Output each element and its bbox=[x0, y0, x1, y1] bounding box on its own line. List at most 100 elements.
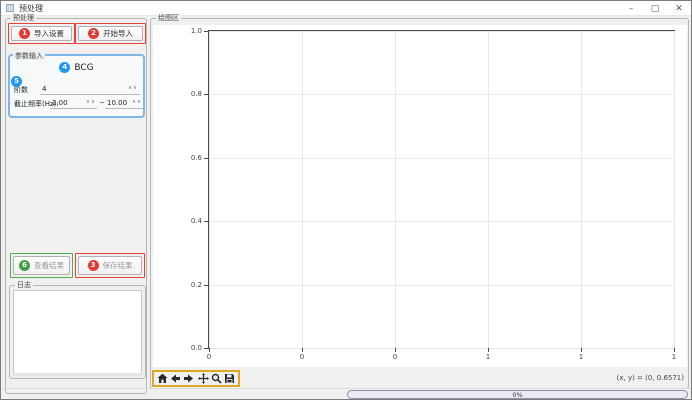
preprocess-group-label: 预处理 bbox=[11, 14, 36, 23]
title-bar: 预处理 – ▢ ✕ bbox=[1, 1, 691, 16]
y-tick-mark bbox=[204, 348, 208, 349]
x-tick-mark bbox=[395, 348, 396, 352]
y-tick-mark bbox=[204, 31, 208, 32]
x-tick-label: 0 bbox=[393, 353, 397, 361]
param-group-label: 参数输入 bbox=[13, 52, 45, 60]
log-textarea[interactable] bbox=[13, 290, 142, 375]
cutoff-low-spinbox[interactable]: 2.00 ∧∨ bbox=[50, 97, 97, 109]
x-tick-label: 1 bbox=[579, 353, 583, 361]
x-tick-mark bbox=[674, 348, 675, 352]
minimize-button[interactable]: – bbox=[619, 1, 643, 16]
y-tick-label: 0.0 bbox=[191, 344, 202, 352]
view-result-button[interactable]: 6 查看结果 bbox=[13, 256, 70, 275]
signal-type-row[interactable]: 4 BCG bbox=[10, 62, 143, 73]
badge-5: 5 bbox=[11, 76, 22, 87]
gridline-horizontal bbox=[209, 94, 674, 95]
gridline-vertical bbox=[302, 31, 303, 348]
gridline-vertical bbox=[581, 31, 582, 348]
cutoff-low-spinner-icons[interactable]: ∧∨ bbox=[86, 99, 96, 105]
gridline-vertical bbox=[209, 31, 210, 348]
badge-2: 2 bbox=[88, 28, 99, 39]
annotation-box-6: 6 查看结果 bbox=[10, 253, 73, 278]
save-icon[interactable] bbox=[224, 373, 235, 385]
progress-label: 0% bbox=[512, 391, 522, 399]
order-value: 4 bbox=[42, 85, 46, 93]
badge-4: 4 bbox=[59, 62, 70, 73]
annotation-box-2: 2 开始导入 bbox=[75, 23, 146, 44]
gridline-horizontal bbox=[209, 158, 674, 159]
y-tick-label: 1.0 bbox=[191, 27, 202, 35]
y-tick-label: 0.6 bbox=[191, 154, 202, 162]
app-icon bbox=[6, 4, 14, 12]
order-spinbox[interactable]: 4 ∧∨ bbox=[40, 83, 140, 95]
cutoff-high-spinner-icons[interactable]: ∧∨ bbox=[132, 99, 142, 105]
plot-canvas[interactable]: 1.0 0.8 0.6 0.4 0.2 0.0 0 0 0 1 1 1 bbox=[153, 25, 687, 367]
window-title: 预处理 bbox=[19, 3, 43, 14]
start-import-button[interactable]: 2 开始导入 bbox=[78, 26, 143, 41]
start-import-label: 开始导入 bbox=[103, 28, 133, 39]
cutoff-high-value: 10.00 bbox=[107, 99, 127, 107]
gridline-vertical bbox=[395, 31, 396, 348]
save-result-label: 保存结果 bbox=[103, 260, 133, 271]
badge-1: 1 bbox=[19, 28, 30, 39]
plot-group-label: 绘图区 bbox=[156, 14, 181, 23]
statusbar-divider bbox=[1, 388, 691, 389]
plot-nav-toolbar bbox=[152, 370, 240, 387]
gridline-horizontal bbox=[209, 31, 674, 32]
cursor-coords-readout: (x, y) = (0, 0.6571) bbox=[617, 374, 684, 382]
badge-6: 6 bbox=[19, 260, 30, 271]
log-group: 日志 bbox=[9, 285, 146, 379]
order-spinner-icons[interactable]: ∧∨ bbox=[128, 85, 138, 91]
y-tick-mark bbox=[204, 285, 208, 286]
x-tick-label: 1 bbox=[486, 353, 490, 361]
y-tick-label: 0.8 bbox=[191, 90, 202, 98]
x-tick-label: 1 bbox=[672, 353, 676, 361]
log-horizontal-scrollbar[interactable] bbox=[12, 373, 143, 376]
gridline-horizontal bbox=[209, 348, 674, 349]
cutoff-row: 截止频率(Hz): 2.00 ∧∨ ~ 10.00 ∧∨ bbox=[10, 97, 143, 110]
x-tick-mark bbox=[488, 348, 489, 352]
back-icon[interactable] bbox=[170, 373, 181, 385]
x-tick-label: 0 bbox=[300, 353, 304, 361]
signal-type-value: BCG bbox=[74, 63, 93, 73]
x-tick-mark bbox=[302, 348, 303, 352]
y-tick-mark bbox=[204, 221, 208, 222]
maximize-button[interactable]: ▢ bbox=[643, 1, 667, 16]
y-tick-mark bbox=[204, 158, 208, 159]
import-settings-button[interactable]: 1 导入设置 bbox=[11, 26, 72, 41]
plot-axes[interactable]: 1.00.80.60.40.20.0000111 bbox=[208, 30, 675, 349]
x-tick-mark bbox=[581, 348, 582, 352]
import-settings-label: 导入设置 bbox=[34, 28, 64, 39]
preprocess-group: 预处理 1 导入设置 2 开始导入 参数输入 4 BCG 5 阶数 4 ∧∨ bbox=[5, 18, 147, 394]
spin-down-icon[interactable]: ∨ bbox=[91, 99, 96, 105]
view-result-label: 查看结果 bbox=[34, 260, 64, 271]
home-icon[interactable] bbox=[157, 373, 168, 385]
progress-bar: 0% bbox=[347, 390, 688, 399]
badge-3: 3 bbox=[88, 260, 99, 271]
spin-down-icon[interactable]: ∨ bbox=[137, 99, 142, 105]
save-result-button[interactable]: 3 保存结果 bbox=[78, 256, 142, 275]
y-tick-label: 0.2 bbox=[191, 281, 202, 289]
log-group-label: 日志 bbox=[15, 281, 33, 290]
cutoff-low-value: 2.00 bbox=[52, 99, 68, 107]
param-input-group: 参数输入 4 BCG 5 阶数 4 ∧∨ 截止频率(Hz): 2.00 ∧∨ ~… bbox=[8, 54, 145, 118]
spin-down-icon[interactable]: ∨ bbox=[133, 85, 138, 91]
forward-icon[interactable] bbox=[183, 373, 194, 385]
y-tick-label: 0.4 bbox=[191, 217, 202, 225]
pan-icon[interactable] bbox=[198, 373, 209, 385]
annotation-box-3: 3 保存结果 bbox=[75, 253, 145, 278]
x-tick-mark bbox=[209, 348, 210, 352]
x-tick-label: 0 bbox=[207, 353, 211, 361]
annotation-box-1: 1 导入设置 bbox=[8, 23, 75, 44]
gridline-vertical bbox=[674, 31, 675, 348]
range-separator: ~ bbox=[99, 99, 105, 107]
gridline-vertical bbox=[488, 31, 489, 348]
order-row: 阶数 4 ∧∨ bbox=[10, 83, 143, 96]
gridline-horizontal bbox=[209, 221, 674, 222]
cutoff-high-spinbox[interactable]: 10.00 ∧∨ bbox=[105, 97, 143, 109]
plot-group: 绘图区 1.00.80.60.40.20.0000111 bbox=[150, 18, 689, 389]
y-tick-mark bbox=[204, 94, 208, 95]
zoom-rect-icon[interactable] bbox=[211, 373, 222, 385]
close-button[interactable]: ✕ bbox=[667, 1, 691, 16]
gridline-horizontal bbox=[209, 285, 674, 286]
